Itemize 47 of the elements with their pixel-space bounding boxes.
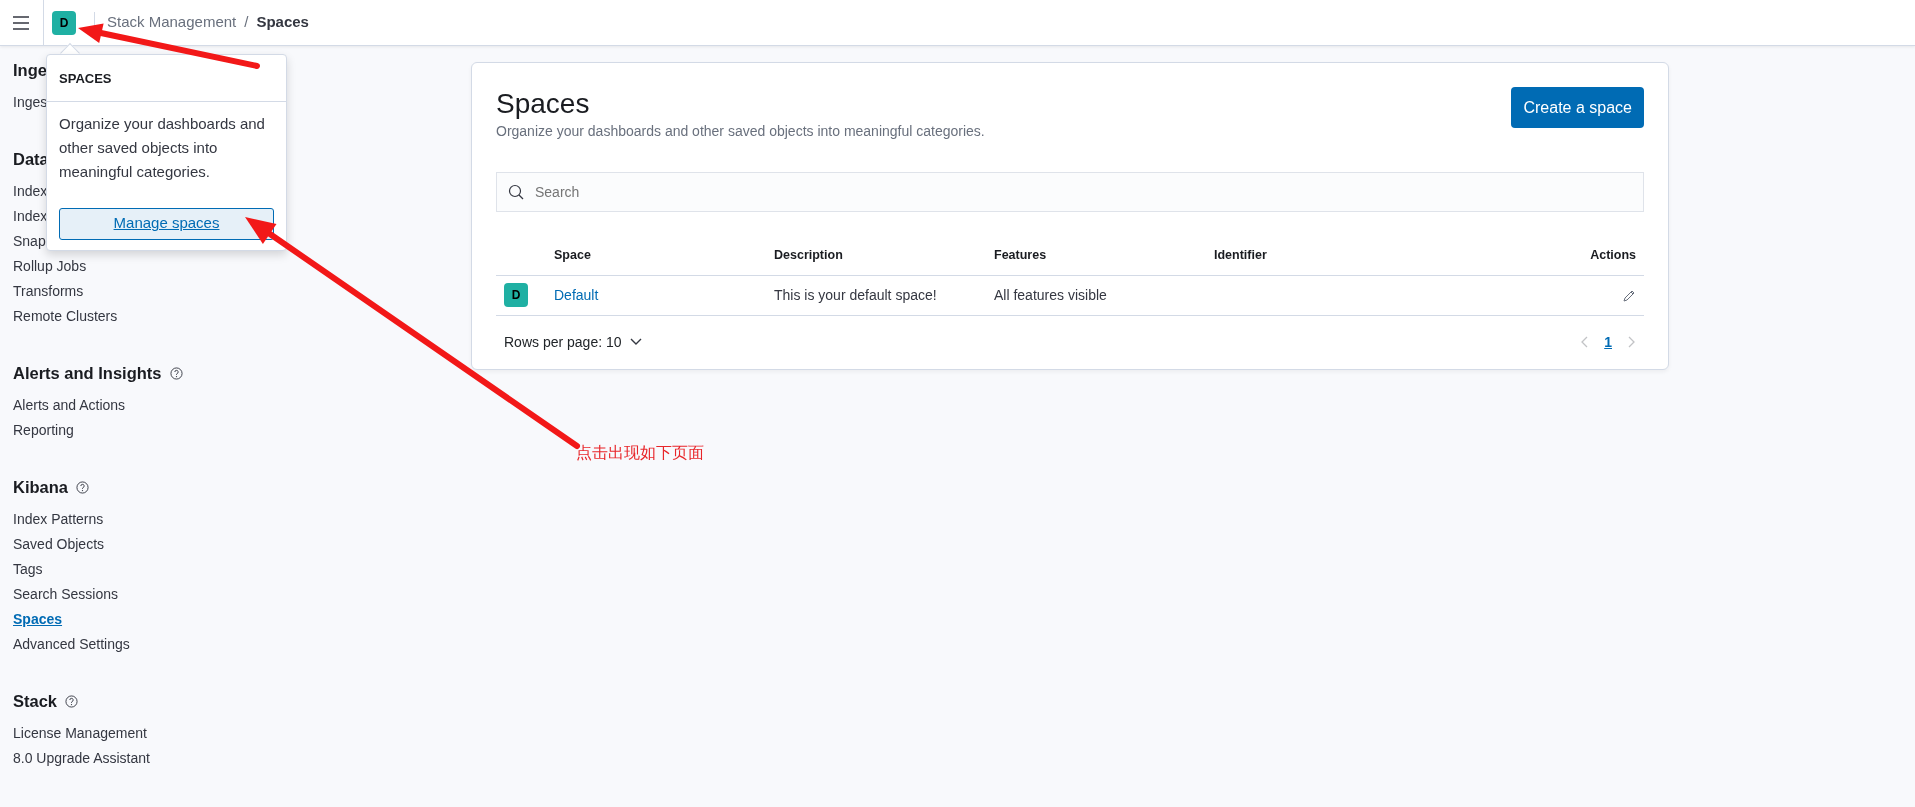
sidebar-link[interactable]: 8.0 Upgrade Assistant [13, 746, 471, 771]
menu-button[interactable] [13, 15, 29, 30]
create-space-button[interactable]: Create a space [1511, 87, 1644, 128]
breadcrumb[interactable]: Stack Management [107, 11, 237, 34]
help-icon[interactable] [169, 366, 183, 380]
sidebar-link[interactable]: License Management [13, 721, 471, 746]
sidebar-link[interactable]: Tags [13, 557, 471, 582]
sidebar-link[interactable]: Transforms [13, 279, 471, 304]
breadcrumb-separator: / [244, 12, 249, 33]
breadcrumb: Spaces [256, 12, 309, 33]
section-heading: Alerts and Insights [13, 363, 162, 384]
space-avatar[interactable]: D [52, 10, 76, 35]
search-icon [508, 184, 524, 200]
edit-button[interactable] [1622, 289, 1636, 304]
table-cell: This is your default space! [774, 286, 937, 303]
caret-icon [629, 338, 642, 347]
column-header: Actions [1590, 248, 1636, 262]
table-cell: All features visible [994, 286, 1107, 303]
popover-title: SPACES [47, 55, 286, 102]
column-header: Description [774, 248, 843, 262]
help-icon[interactable] [76, 480, 89, 494]
help-icon[interactable] [65, 694, 79, 708]
column-header: Features [994, 248, 1047, 262]
page-link[interactable]: 1 [1604, 331, 1612, 353]
page-description: Organize your dashboards and other saved objects into meaningful categories. [496, 122, 985, 141]
sidebar-link[interactable]: Reporting [13, 418, 471, 443]
section-heading: Stack [13, 691, 58, 712]
sidebar-link[interactable]: Saved Objects [13, 532, 471, 557]
sidebar-link[interactable]: Alerts and Actions [13, 393, 471, 418]
rows-per-page-button[interactable]: Rows per page: 10 [504, 331, 642, 353]
sidebar-link[interactable]: Spaces [13, 607, 471, 632]
sidebar-link[interactable]: Index Patterns [13, 507, 471, 532]
page-title: Spaces [496, 87, 591, 121]
column-header: Identifier [1214, 248, 1267, 262]
sidebar-link[interactable]: Remote Clusters [13, 304, 471, 329]
section-heading: Kibana [13, 477, 68, 498]
space-link[interactable]: Default [554, 286, 599, 303]
manage-spaces-button[interactable]: Manage spaces [59, 207, 274, 240]
section-heading: Inge [13, 60, 47, 81]
sidebar-link[interactable]: Search Sessions [13, 582, 471, 607]
space-avatar: D [504, 283, 528, 308]
annotation-text: 点击出现如下页面 [576, 443, 704, 463]
sidebar-link[interactable]: Advanced Settings [13, 632, 471, 657]
popover-text: Organize your dashboards and other saved objects into meaningful categories. [58, 113, 266, 182]
search-field[interactable]: Search [496, 172, 1644, 212]
sidebar-link[interactable]: Rollup Jobs [13, 254, 471, 279]
column-header: Space [554, 248, 591, 262]
